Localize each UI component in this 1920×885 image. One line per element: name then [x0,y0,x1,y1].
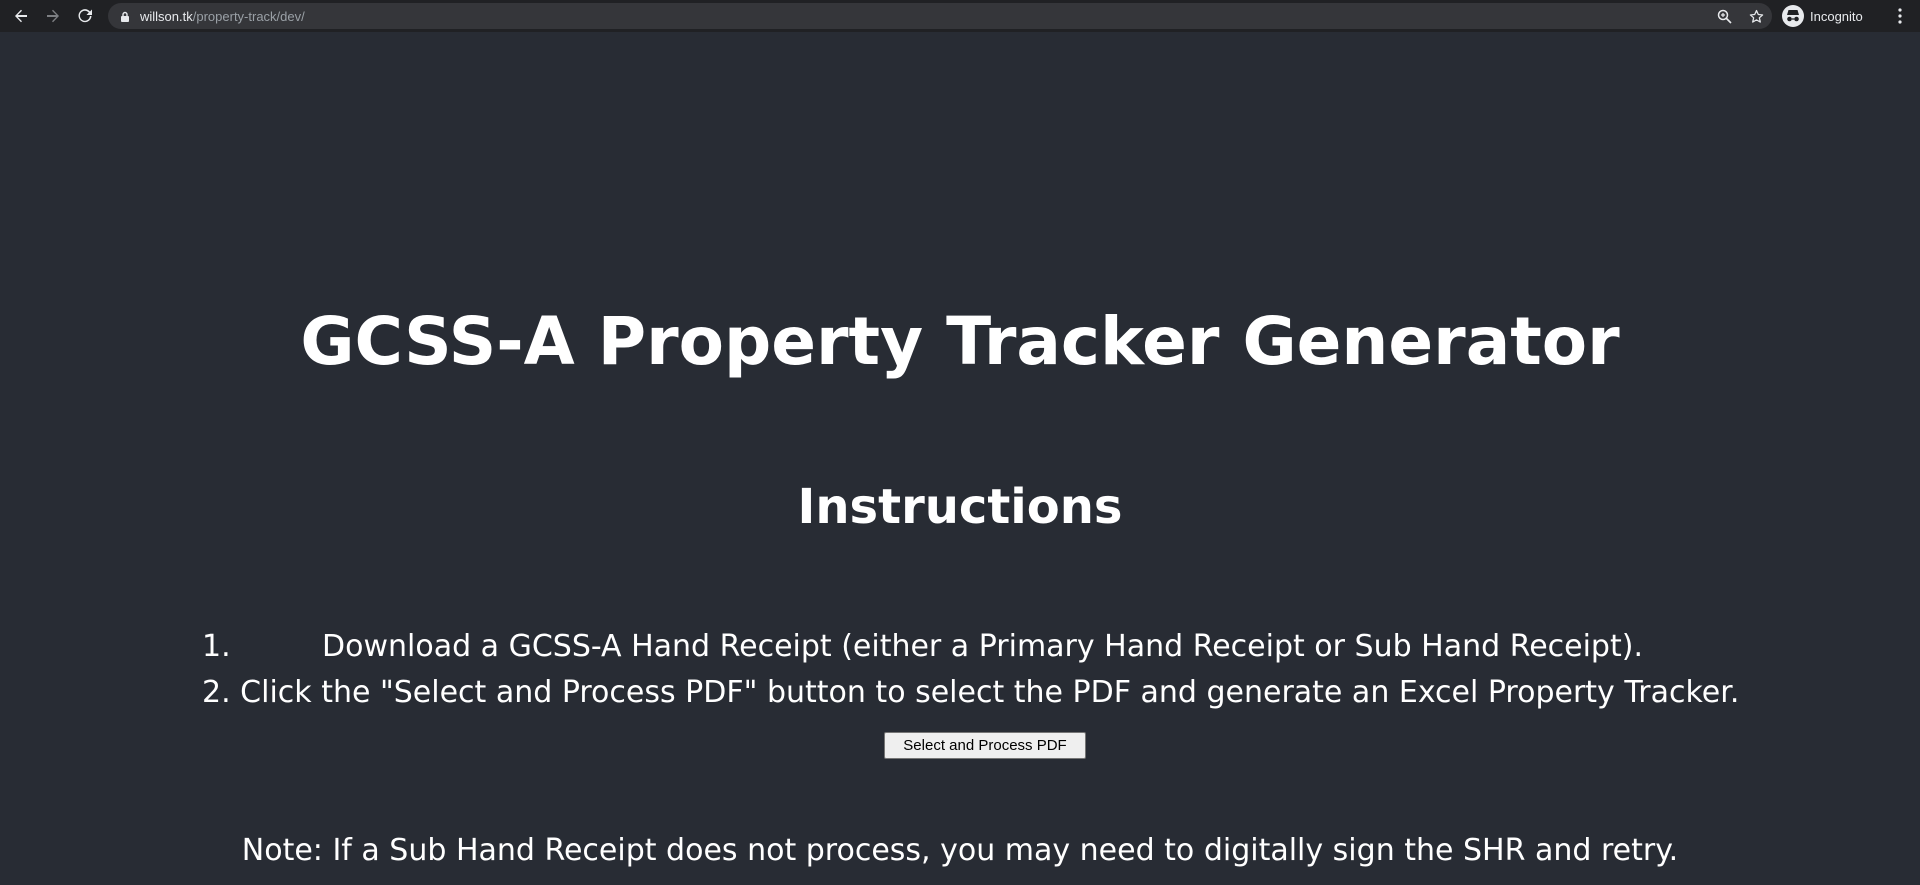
browser-toolbar: willson.tk/property-track/dev/ Incognito [0,0,1920,32]
select-and-process-pdf-button[interactable]: Select and Process PDF [884,732,1086,759]
zoom-icon [1717,9,1732,24]
forward-arrow-icon [47,9,59,23]
incognito-label: Incognito [1810,8,1863,24]
reload-icon [78,9,92,23]
omnibox-actions [1708,3,1772,29]
page-title: GCSS-A Property Tracker Generator [300,303,1620,380]
browser-menu-button[interactable] [1886,0,1914,32]
list-item: 2. Click the "Select and Process PDF" bu… [202,670,1902,716]
bookmark-button[interactable] [1740,3,1772,29]
star-icon [1749,9,1763,23]
instruction-list: 1. Download a GCSS-A Hand Receipt (either… [202,624,1902,716]
address-bar[interactable]: willson.tk/property-track/dev/ [108,3,1772,29]
url-domain: willson.tk [140,8,193,24]
instructions-heading: Instructions [797,479,1123,535]
kebab-menu-icon [1898,8,1902,24]
url-text: willson.tk/property-track/dev/ [140,9,305,24]
zoom-button[interactable] [1708,3,1740,29]
reload-button[interactable] [69,0,101,32]
step-number: 2. [202,675,231,710]
note-text: Note: If a Sub Hand Receipt does not pro… [241,833,1679,868]
url-path: /property-track/dev/ [192,8,305,24]
back-button[interactable] [5,0,37,32]
lock-icon [121,11,129,22]
forward-button[interactable] [37,0,69,32]
incognito-profile-button[interactable]: Incognito [1782,4,1863,28]
list-item: 1. Download a GCSS-A Hand Receipt (either… [202,624,1902,670]
step-number: 1. [202,629,231,664]
page-content: GCSS-A Property Tracker Generator Instru… [0,32,1920,885]
step-text: Click the "Select and Process PDF" butto… [240,675,1740,710]
step-text: Download a GCSS-A Hand Receipt (either a… [322,629,1643,664]
back-arrow-icon [15,9,27,23]
incognito-icon [1782,5,1804,27]
